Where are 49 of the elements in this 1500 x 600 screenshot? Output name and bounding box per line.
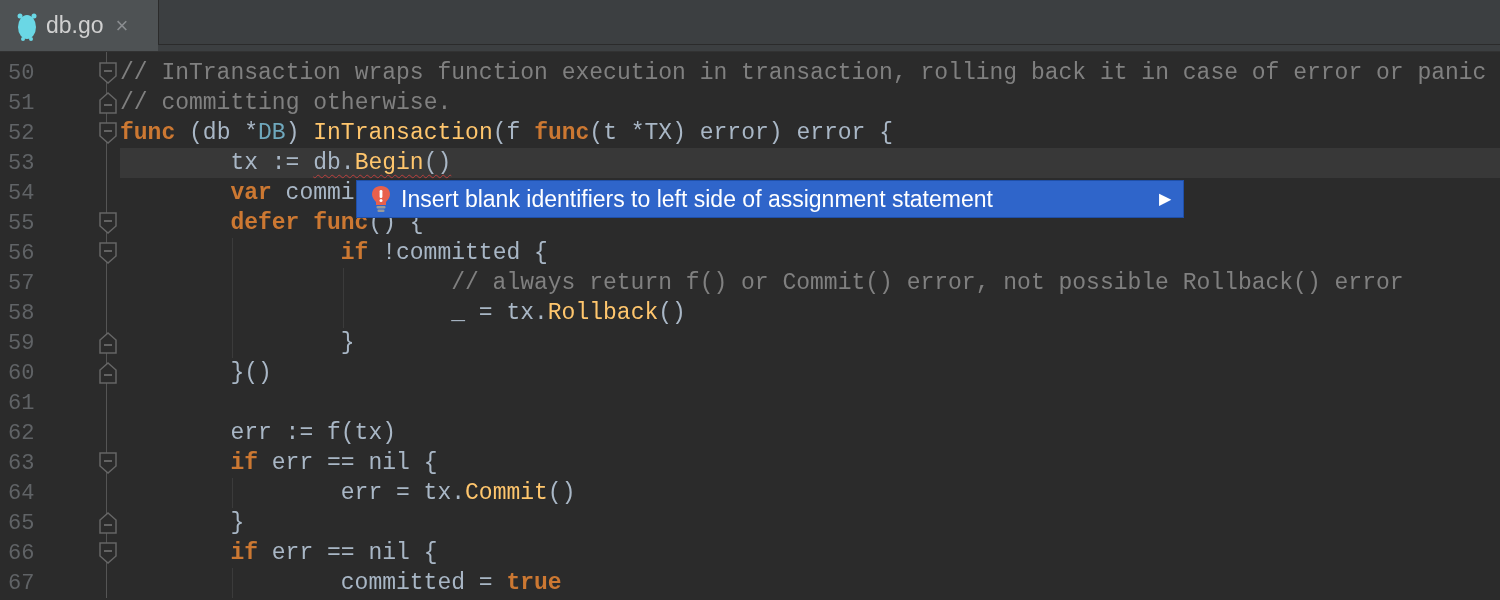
line-number: 52 (7, 119, 36, 148)
code-comment: // always return f() or Commit() error, not possible Rollback() error (451, 268, 1404, 298)
line-number: 51 (7, 89, 36, 118)
lightbulb-icon (371, 185, 391, 213)
line-number: 60 (7, 359, 36, 388)
code-line: _ = tx.Rollback() (451, 298, 686, 328)
fold-icon[interactable] (99, 452, 117, 474)
code-line: err := f(tx) (230, 418, 397, 448)
fold-icon[interactable] (99, 542, 117, 564)
code-line: if !committed { (340, 238, 548, 268)
code-comment: // InTransaction wraps function execution in transaction, rolling back it in case of error or panic (120, 58, 1487, 88)
fold-icon[interactable] (99, 362, 117, 384)
line-number: 58 (7, 299, 36, 328)
submenu-arrow: ▶ (1159, 189, 1171, 209)
code-line: } (230, 508, 245, 538)
code-line: } (340, 328, 355, 358)
intention-popup[interactable]: Insert blank identifiers to left side of assignment statement ▶ (356, 180, 1184, 218)
fold-icon[interactable] (99, 92, 117, 114)
fold-icon[interactable] (99, 62, 117, 84)
fold-icon[interactable] (99, 212, 117, 234)
code-comment: // committing otherwise. (120, 88, 452, 118)
line-number: 53 (7, 149, 36, 178)
line-number: 61 (7, 389, 36, 418)
line-number: 56 (7, 239, 36, 268)
line-number: 59 (7, 329, 36, 358)
line-number: 55 (7, 209, 36, 238)
fold-icon[interactable] (99, 242, 117, 264)
intention-label: Insert blank identifiers to left side of assignment statement (401, 184, 993, 214)
code-line: func (db *DB) InTransaction(f func(t *TX) error) error { (120, 118, 893, 148)
line-number: 57 (7, 269, 36, 298)
line-number: 66 (7, 539, 36, 568)
code-line: committed = true (340, 568, 562, 598)
code-line: if err == nil { (230, 538, 438, 568)
code-line: tx := db.Begin() (230, 148, 452, 178)
line-number: 62 (7, 419, 36, 448)
line-number: 65 (7, 509, 36, 538)
line-number: 63 (7, 449, 36, 478)
code-line: var commi (230, 178, 355, 208)
line-number: 50 (7, 59, 36, 88)
editor-tab[interactable]: db.go × (0, 0, 158, 51)
line-number: 64 (7, 479, 36, 508)
fold-icon[interactable] (99, 332, 117, 354)
line-number: 54 (7, 179, 36, 208)
fold-icon[interactable] (99, 512, 117, 534)
code-line: err = tx.Commit() (340, 478, 576, 508)
line-number: 67 (7, 569, 36, 598)
code-line: }() (230, 358, 272, 388)
fold-icon[interactable] (99, 122, 117, 144)
code-line: if err == nil { (230, 448, 438, 478)
